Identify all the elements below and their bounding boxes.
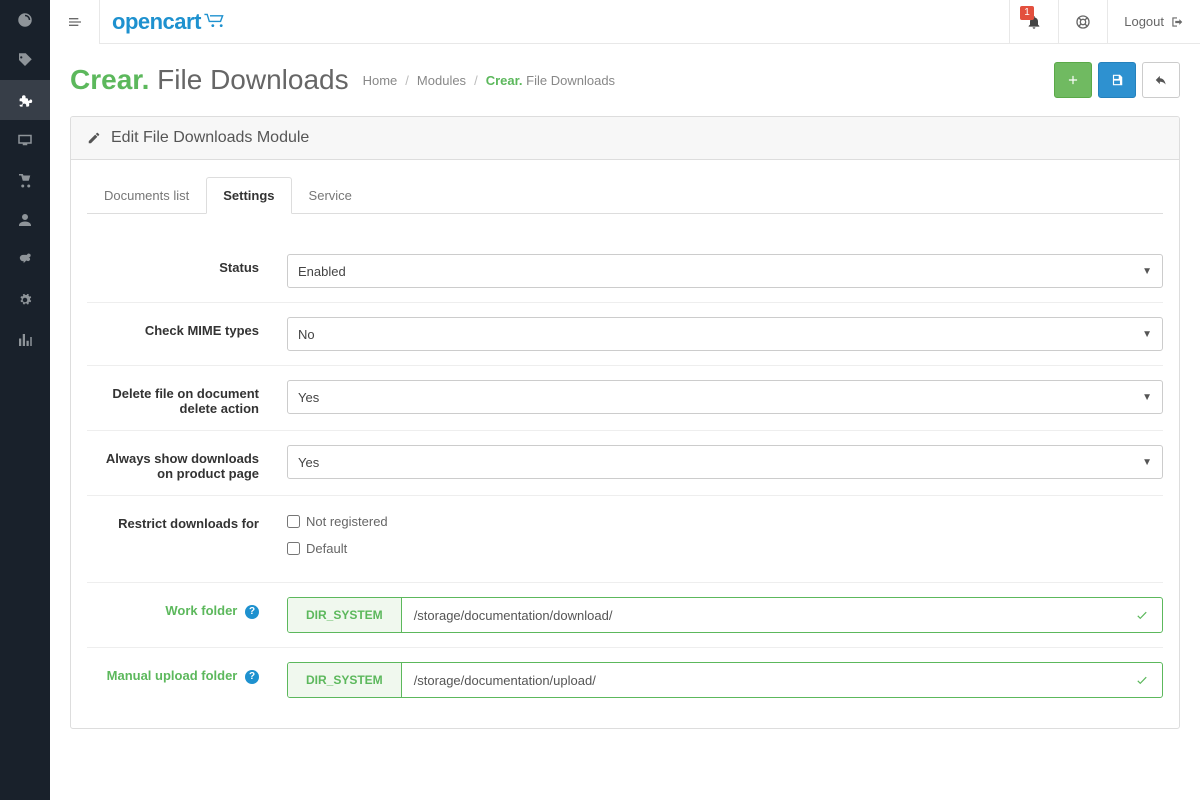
edit-panel: Edit File Downloads Module Documents lis… bbox=[70, 116, 1180, 729]
sidebar-marketing[interactable] bbox=[0, 240, 50, 280]
menu-toggle-icon[interactable] bbox=[50, 0, 100, 44]
label-status: Status bbox=[87, 254, 287, 275]
tabs: Documents list Settings Service bbox=[87, 176, 1163, 214]
chevron-down-icon: ▼ bbox=[1142, 457, 1152, 468]
label-restrict: Restrict downloads for bbox=[87, 510, 287, 531]
save-button[interactable] bbox=[1098, 62, 1136, 98]
logo-text: opencart bbox=[112, 9, 201, 35]
select-mime[interactable]: No ▼ bbox=[287, 317, 1163, 351]
breadcrumb-home[interactable]: Home bbox=[363, 73, 398, 88]
input-upload-folder[interactable]: DIR_SYSTEM /storage/documentation/upload… bbox=[287, 662, 1163, 698]
notifications-button[interactable]: 1 bbox=[1009, 0, 1058, 44]
notification-badge: 1 bbox=[1020, 6, 1034, 20]
select-status[interactable]: Enabled ▼ bbox=[287, 254, 1163, 288]
checkbox-not-registered[interactable]: Not registered bbox=[287, 514, 1163, 529]
tab-settings[interactable]: Settings bbox=[206, 177, 291, 214]
sidebar-customers[interactable] bbox=[0, 200, 50, 240]
breadcrumb-current: Crear. File Downloads bbox=[486, 73, 615, 88]
label-upload-folder: Manual upload folder ? bbox=[87, 662, 287, 684]
select-delete-file[interactable]: Yes ▼ bbox=[287, 380, 1163, 414]
sidebar-reports[interactable] bbox=[0, 320, 50, 360]
sidebar-sales[interactable] bbox=[0, 160, 50, 200]
breadcrumb: Home / Modules / Crear. File Downloads bbox=[363, 73, 615, 88]
main-sidebar bbox=[0, 0, 50, 800]
sidebar-extensions[interactable] bbox=[0, 80, 50, 120]
pencil-icon bbox=[87, 131, 101, 145]
sidebar-design[interactable] bbox=[0, 120, 50, 160]
chevron-down-icon: ▼ bbox=[1142, 266, 1152, 277]
logo[interactable]: opencart bbox=[112, 9, 231, 35]
cart-icon bbox=[203, 11, 231, 32]
check-icon bbox=[1122, 598, 1162, 632]
help-icon[interactable]: ? bbox=[245, 670, 259, 684]
sign-out-icon bbox=[1170, 15, 1184, 29]
label-delete-file: Delete file on document delete action bbox=[87, 380, 287, 416]
panel-heading: Edit File Downloads Module bbox=[71, 117, 1179, 160]
sidebar-catalog[interactable] bbox=[0, 40, 50, 80]
logout-button[interactable]: Logout bbox=[1107, 0, 1200, 44]
add-button[interactable] bbox=[1054, 62, 1092, 98]
logout-label: Logout bbox=[1124, 14, 1164, 29]
help-button[interactable] bbox=[1058, 0, 1107, 44]
checkbox-default[interactable]: Default bbox=[287, 541, 1163, 556]
page-header: Crear. File Downloads Home / Modules / C… bbox=[70, 62, 1180, 98]
plus-icon bbox=[1066, 73, 1080, 87]
label-work-folder: Work folder ? bbox=[87, 597, 287, 619]
select-always-show[interactable]: Yes ▼ bbox=[287, 445, 1163, 479]
breadcrumb-modules[interactable]: Modules bbox=[417, 73, 466, 88]
reply-icon bbox=[1154, 73, 1168, 87]
save-icon bbox=[1110, 73, 1124, 87]
chevron-down-icon: ▼ bbox=[1142, 392, 1152, 403]
label-mime: Check MIME types bbox=[87, 317, 287, 338]
page-title: Crear. File Downloads bbox=[70, 64, 349, 96]
life-ring-icon bbox=[1075, 14, 1091, 30]
back-button[interactable] bbox=[1142, 62, 1180, 98]
label-always-show: Always show downloads on product page bbox=[87, 445, 287, 481]
help-icon[interactable]: ? bbox=[245, 605, 259, 619]
check-icon bbox=[1122, 663, 1162, 697]
tab-service[interactable]: Service bbox=[292, 177, 369, 214]
tab-documents-list[interactable]: Documents list bbox=[87, 177, 206, 214]
sidebar-dashboard[interactable] bbox=[0, 0, 50, 40]
input-work-folder[interactable]: DIR_SYSTEM /storage/documentation/downlo… bbox=[287, 597, 1163, 633]
sidebar-system[interactable] bbox=[0, 280, 50, 320]
topbar: opencart 1 Logout bbox=[50, 0, 1200, 44]
chevron-down-icon: ▼ bbox=[1142, 329, 1152, 340]
